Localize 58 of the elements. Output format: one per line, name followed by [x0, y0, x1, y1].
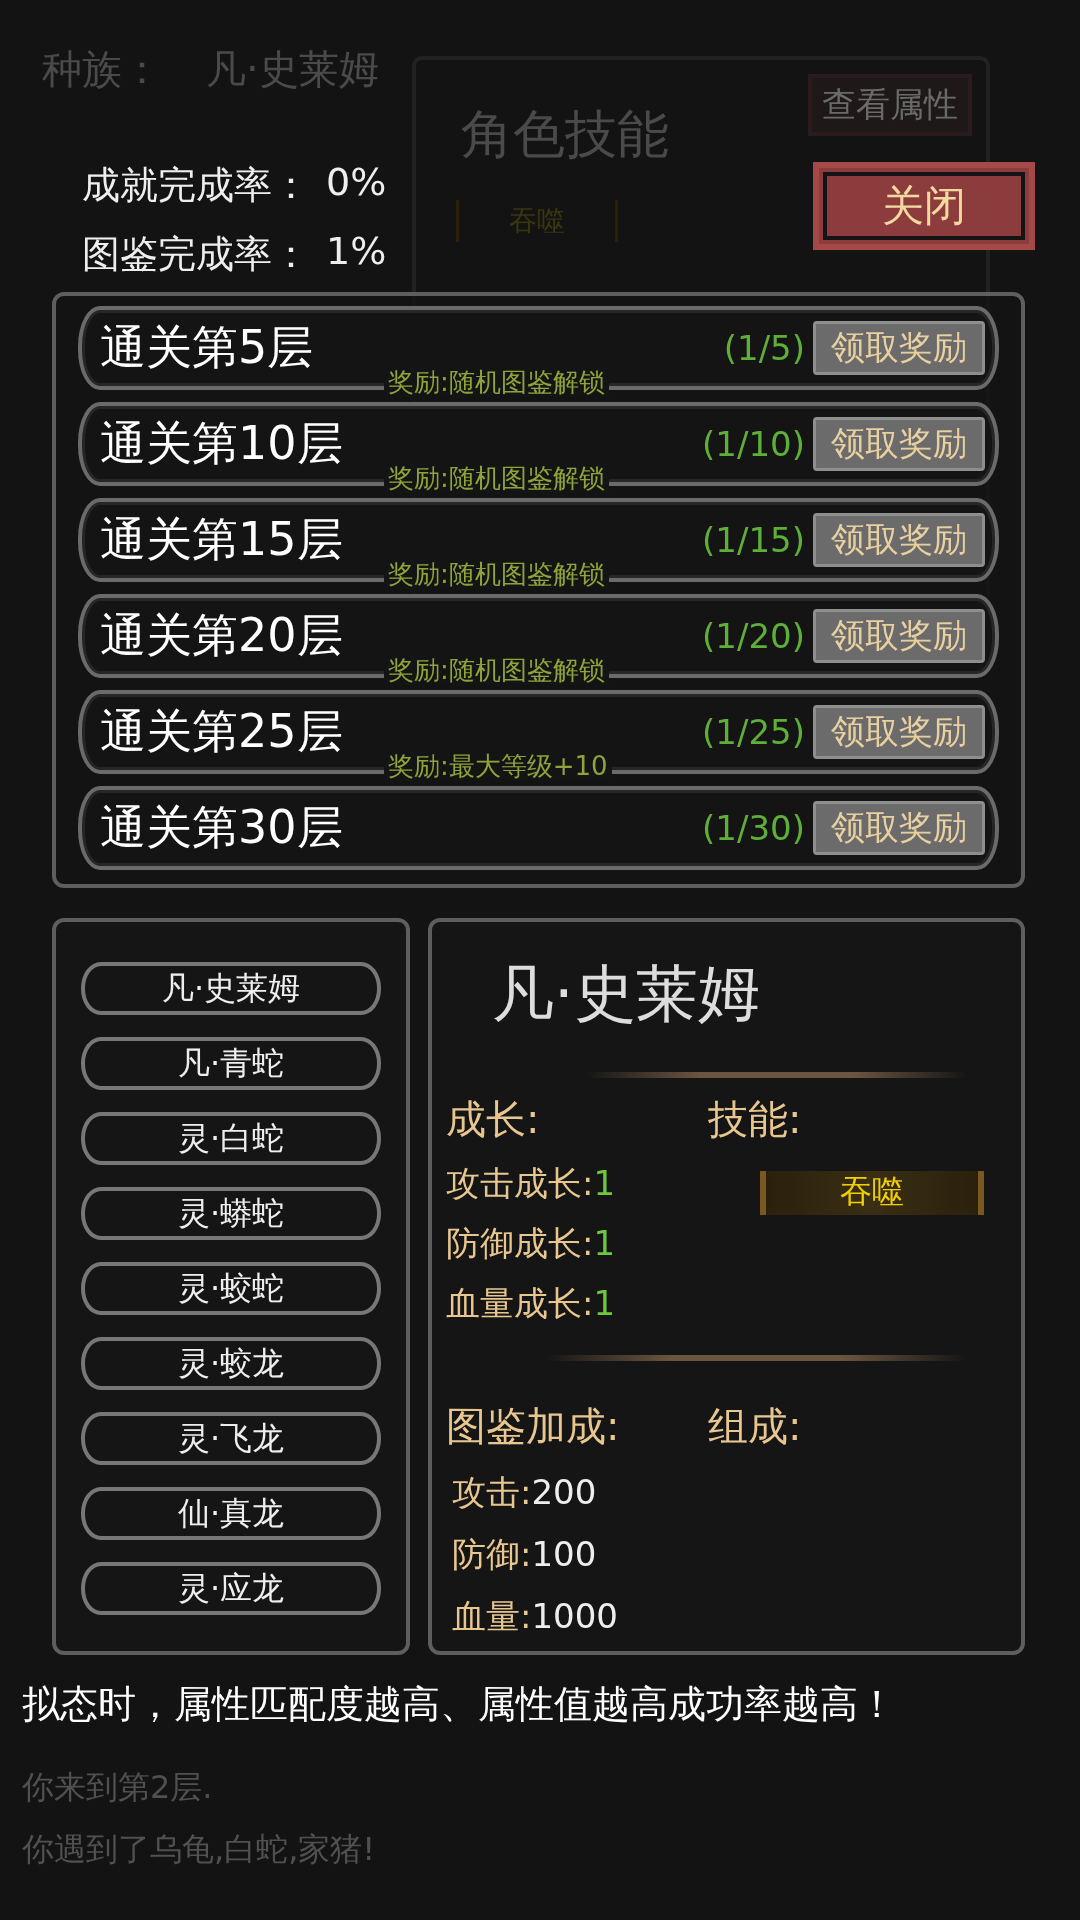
stat-value: 100	[531, 1534, 597, 1574]
stat-value: 1	[593, 1223, 616, 1263]
creature-name: 凡·史莱姆	[492, 956, 761, 1032]
claim-reward-button[interactable]: 领取奖励	[813, 417, 985, 471]
achievement-title: 通关第5层	[100, 319, 315, 376]
progress-text: (1/30)	[702, 808, 805, 848]
skills-heading: 技能:	[708, 1095, 803, 1144]
stat-label: 血量:	[452, 1595, 532, 1638]
reward-text: 奖励:随机图鉴解锁	[384, 655, 609, 685]
achievement-title: 通关第20层	[100, 607, 344, 664]
creature-list-item[interactable]: 灵·白蛇	[81, 1112, 381, 1165]
achievement-title: 通关第25层	[100, 703, 344, 760]
tip-text: 拟态时，属性匹配度越高、属性值越高成功率越高！	[22, 1681, 897, 1728]
progress-text: (1/10)	[702, 424, 805, 464]
progress-text: (1/20)	[702, 616, 805, 656]
creature-list-item[interactable]: 灵·蟒蛇	[81, 1187, 381, 1240]
log-line: 你来到第2层.	[22, 1767, 214, 1808]
creature-list-item[interactable]: 灵·飞龙	[81, 1412, 381, 1465]
bonus-heading: 图鉴加成:	[446, 1402, 621, 1451]
close-button[interactable]: 关闭	[813, 162, 1035, 250]
stat-label: 防御成长:	[446, 1222, 594, 1265]
stat-value: 1	[593, 1163, 616, 1203]
creature-list-item[interactable]: 灵·应龙	[81, 1562, 381, 1615]
creature-list-item[interactable]: 灵·蛟蛇	[81, 1262, 381, 1315]
claim-reward-button[interactable]: 领取奖励	[813, 513, 985, 567]
reward-text: 奖励:最大等级+10	[384, 751, 612, 781]
skill-tag: 吞噬	[760, 1171, 984, 1215]
growth-heading: 成长:	[446, 1095, 541, 1144]
achievement-title: 通关第30层	[100, 799, 344, 856]
log-line: 你遇到了乌龟,白蛇,家猪!	[22, 1829, 376, 1870]
claim-reward-button[interactable]: 领取奖励	[813, 321, 985, 375]
stat-label: 防御:	[452, 1533, 532, 1576]
progress-text: (1/5)	[723, 328, 805, 368]
rate-value: 1%	[326, 229, 387, 275]
achievement-title: 通关第15层	[100, 511, 344, 568]
stat-value: 1	[593, 1283, 616, 1323]
reward-text: 奖励:随机图鉴解锁	[384, 367, 609, 397]
rate-label: 成就完成率：	[82, 162, 310, 209]
reward-text: 奖励:随机图鉴解锁	[384, 463, 609, 493]
composition-heading: 组成:	[708, 1402, 803, 1451]
claim-reward-button[interactable]: 领取奖励	[813, 609, 985, 663]
achievement-title: 通关第10层	[100, 415, 344, 472]
rate-value: 0%	[326, 160, 387, 206]
creature-list-item[interactable]: 灵·蛟龙	[81, 1337, 381, 1390]
stat-label: 攻击成长:	[446, 1162, 594, 1205]
claim-reward-button[interactable]: 领取奖励	[813, 801, 985, 855]
rate-label: 图鉴完成率：	[82, 231, 310, 278]
progress-text: (1/15)	[702, 520, 805, 560]
stat-value: 200	[531, 1472, 597, 1512]
progress-text: (1/25)	[702, 712, 805, 752]
stat-label: 血量成长:	[446, 1282, 594, 1325]
creature-list-item[interactable]: 凡·青蛇	[81, 1037, 381, 1090]
creature-list-item[interactable]: 凡·史莱姆	[81, 962, 381, 1015]
stat-label: 攻击:	[452, 1471, 532, 1514]
creature-list-item[interactable]: 仙·真龙	[81, 1487, 381, 1540]
reward-text: 奖励:随机图鉴解锁	[384, 559, 609, 589]
stat-value: 1000	[531, 1596, 618, 1636]
claim-reward-button[interactable]: 领取奖励	[813, 705, 985, 759]
